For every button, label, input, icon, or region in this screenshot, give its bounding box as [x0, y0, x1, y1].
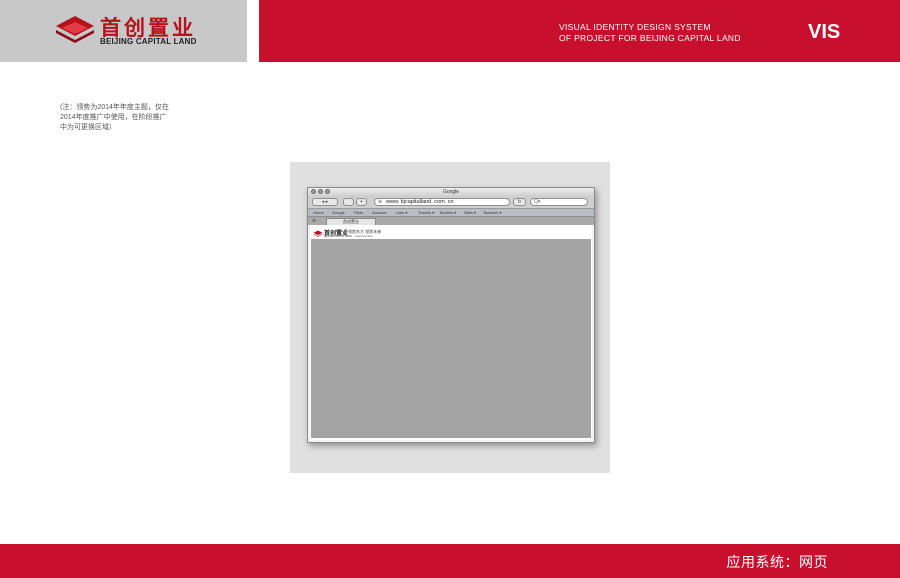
add-bookmark-button[interactable]: + [356, 198, 367, 206]
capital-land-logo-icon [313, 230, 323, 237]
bookmark-item[interactable]: Google [332, 210, 345, 215]
bookmark-item[interactable]: Travels ▾ [418, 210, 434, 215]
site-logo-divider [346, 229, 347, 237]
browser-toolbar: ◂ ▸ + ⊕ www. bjcapitalland. com. cn ↻ Q▾ [308, 196, 594, 209]
bookmark-button[interactable] [343, 198, 354, 206]
forward-icon[interactable]: ▸ [326, 199, 329, 205]
browser-window: Google ◂ ▸ + ⊕ www. bjcapitalland. com. … [307, 187, 595, 443]
bookmark-item[interactable]: Lists ▾ [396, 210, 407, 215]
system-title-line-2: OF PROJECT FOR BEIJING CAPITAL LAND [559, 33, 741, 43]
bookmark-item[interactable]: Sites ▾ [464, 210, 476, 215]
note-line: (注：领势为2014年年度主题，仅在 [60, 104, 169, 111]
section-title: 应用系统：网页 [726, 554, 828, 570]
webpage-content: 首创置业 BEIJING CAPITAL LAND 领势东方 领势未来 Lead… [310, 225, 592, 440]
back-icon[interactable]: ◂ [322, 199, 325, 205]
reload-button[interactable]: ↻ [513, 198, 526, 206]
bookmark-item[interactable]: Amazon [372, 210, 387, 215]
system-title-line-1: VISUAL IDENTITY DESIGN SYSTEM [559, 22, 711, 32]
annotation-note: (注：领势为2014年年度主题，仅在 2014年度推广中使用，在阶段推广 中为可… [60, 103, 190, 133]
footer-banner: 应用系统：网页 [0, 544, 900, 578]
header-banner: VISUAL IDENTITY DESIGN SYSTEM OF PROJECT… [259, 0, 900, 62]
tab-active[interactable]: 首创置业 [326, 218, 376, 225]
address-url[interactable]: www. bjcapitalland. com. cn [386, 199, 454, 206]
brand-name-en: BEIJING CAPITAL LAND [100, 37, 197, 46]
content-placeholder-area [311, 239, 591, 438]
bookmark-item[interactable]: Taobeoh ▾ [483, 210, 501, 215]
capital-land-logo-icon [56, 16, 94, 43]
note-line: 中为可更换区域） [60, 124, 116, 131]
search-placeholder: Q▾ [534, 199, 541, 205]
back-forward-button[interactable]: ◂ ▸ [312, 198, 338, 206]
site-logo-en: BEIJING CAPITAL LAND [324, 235, 352, 238]
note-line: 2014年度推广中使用，在阶段推广 [60, 114, 167, 121]
bookmark-item[interactable]: Models ▾ [440, 210, 456, 215]
tab-bar: ⊕ 首创置业 [308, 217, 594, 225]
browser-titlebar: Google [308, 188, 594, 196]
search-field[interactable]: Q▾ [530, 198, 588, 206]
site-tagline-sub: Lead the Future [355, 235, 373, 238]
bookmark-item[interactable]: Flickr [354, 210, 364, 215]
lock-icon: ⊕ [378, 199, 383, 205]
window-title: Google [442, 189, 460, 195]
address-bar[interactable]: ⊕ www. bjcapitalland. com. cn [374, 198, 510, 206]
webpage-preview-panel: Google ◂ ▸ + ⊕ www. bjcapitalland. com. … [290, 162, 610, 473]
logo-panel: 首创置业 BEIJING CAPITAL LAND [0, 0, 247, 62]
bookmarks-bar: Home Google Flickr Amazon Lists ▾ Travel… [308, 209, 594, 217]
vis-badge: VIS [808, 21, 841, 43]
bookmark-item[interactable]: Home [313, 210, 324, 215]
new-tab-button[interactable]: ⊕ [312, 218, 316, 224]
